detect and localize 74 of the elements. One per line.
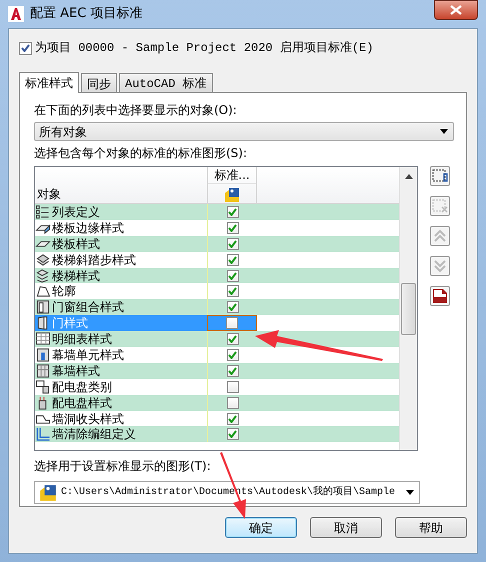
dropdown-caret-icon xyxy=(439,128,449,134)
object-name: 楼梯样式 xyxy=(52,268,100,285)
object-icon xyxy=(35,427,51,442)
dialog-button[interactable]: 帮助 xyxy=(395,517,467,538)
object-icon xyxy=(35,284,51,298)
scroll-up-icon[interactable] xyxy=(405,174,413,179)
object-icon xyxy=(35,204,51,219)
object-icon xyxy=(35,268,51,282)
table-row[interactable]: 楼板边缘样式 xyxy=(35,220,207,236)
checkbox[interactable] xyxy=(226,285,238,298)
object-name: 配电盘样式 xyxy=(52,394,112,412)
object-name: 幕墙单元样式 xyxy=(52,346,124,364)
drawing-file-icon xyxy=(39,484,57,502)
checkbox[interactable] xyxy=(226,364,238,377)
checkbox[interactable] xyxy=(226,222,238,234)
app-logo-icon xyxy=(8,6,24,22)
table-row[interactable]: 墙洞收头样式 xyxy=(35,410,207,426)
checkbox[interactable] xyxy=(226,428,238,440)
checkbox[interactable] xyxy=(226,380,238,393)
object-name: 楼板边缘样式 xyxy=(52,220,124,237)
scrollbar[interactable] xyxy=(399,167,417,450)
checkbox[interactable] xyxy=(226,396,238,409)
object-name: 楼梯斜踏步样式 xyxy=(52,252,136,269)
dropdown-caret-icon xyxy=(405,490,415,496)
checkbox[interactable] xyxy=(226,348,238,361)
attach-button[interactable] xyxy=(430,166,450,186)
table-row[interactable]: 配电盘类别 xyxy=(35,378,207,395)
table-row[interactable]: 楼梯斜踏步样式 xyxy=(35,252,207,268)
dialog-button[interactable]: 取消 xyxy=(310,517,382,538)
field-label: 在下面的列表中选择要显示的对象(O): xyxy=(34,102,238,119)
column-header[interactable]: 标准... xyxy=(208,167,256,184)
checkbox[interactable] xyxy=(226,317,238,330)
tab[interactable]: AutoCAD 标准 xyxy=(119,73,213,92)
checkbox[interactable] xyxy=(226,206,238,218)
object-name: 幕墙样式 xyxy=(52,362,100,380)
object-name: 墙清除编组定义 xyxy=(52,426,136,444)
paperclip-icon xyxy=(432,169,448,183)
object-name: 墙洞收头样式 xyxy=(52,410,124,428)
double-up-icon xyxy=(433,229,447,243)
object-name: 配电盘类别 xyxy=(52,378,112,396)
checkbox[interactable] xyxy=(226,238,238,250)
object-name: 明细表样式 xyxy=(52,331,112,348)
drawing-file-icon xyxy=(224,187,240,204)
object-name: 列表定义 xyxy=(52,204,100,221)
checkbox[interactable] xyxy=(226,412,238,425)
object-name: 门样式 xyxy=(52,315,88,332)
column-header[interactable]: 对象 xyxy=(37,185,61,203)
checkbox[interactable] xyxy=(19,42,32,54)
document-button[interactable] xyxy=(430,286,450,306)
checkbox[interactable] xyxy=(226,301,238,314)
object-dropdown[interactable]: 所有对象 xyxy=(34,122,454,141)
close-icon xyxy=(450,5,462,15)
object-name: 楼板样式 xyxy=(52,236,100,253)
object-name: 门窗组合样式 xyxy=(52,299,124,316)
checkbox-label: 为项目 00000 - Sample Project 2020 启用项目标准(E) xyxy=(35,40,374,57)
checkbox[interactable] xyxy=(226,270,238,282)
table-row[interactable]: 轮廓 xyxy=(35,283,207,300)
object-name: 轮廓 xyxy=(52,283,76,300)
window-title: 配置 AEC 项目标准 xyxy=(30,5,142,24)
checkbox[interactable] xyxy=(226,254,238,266)
scrollbar-thumb[interactable] xyxy=(401,283,416,335)
tab[interactable]: 标准样式 xyxy=(19,72,79,93)
tab[interactable]: 同步 xyxy=(81,73,117,92)
remove-icon xyxy=(432,199,448,213)
table-row[interactable]: 幕墙单元样式 xyxy=(35,347,207,363)
checkbox[interactable] xyxy=(226,333,238,346)
double-down-icon xyxy=(433,259,447,273)
close-button[interactable] xyxy=(434,0,478,20)
document-icon xyxy=(432,288,448,304)
list-label: 选择包含每个对象的标准的标准图形(S): xyxy=(34,145,248,162)
field-label: 选择用于设置标准显示的图形(T): xyxy=(34,458,212,475)
dialog-button[interactable]: 确定 xyxy=(225,517,297,538)
object-icon xyxy=(35,252,51,267)
object-icon xyxy=(35,348,51,362)
